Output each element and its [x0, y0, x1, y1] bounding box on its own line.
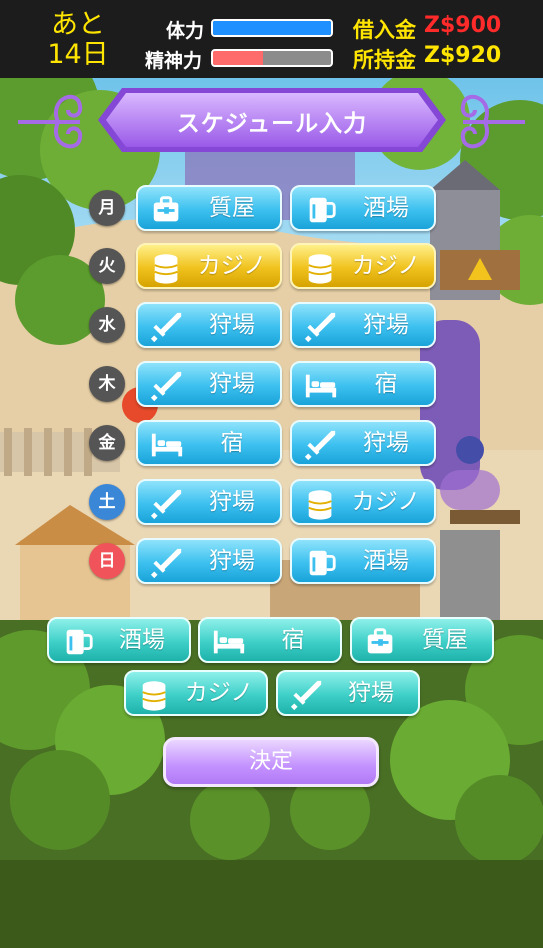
sword-icon [290, 680, 322, 711]
activity-label: 狩場 [209, 312, 255, 338]
beer-mug-icon [309, 197, 336, 223]
schedule-slot[interactable]: 狩場 [136, 479, 282, 525]
days-remaining: あと 14日 [40, 10, 116, 70]
schedule-slot[interactable]: 酒場 [290, 185, 436, 231]
coin-stack-icon [142, 681, 166, 711]
schedule-slot[interactable]: 狩場 [136, 538, 282, 584]
schedule-slot[interactable]: 狩場 [290, 302, 436, 348]
activity-label: 狩場 [209, 548, 255, 574]
coin-stack-icon [308, 254, 332, 284]
mind-label: 精神力 [145, 50, 203, 72]
day-label: 木 [89, 366, 125, 402]
activity-label: 狩場 [363, 312, 409, 338]
palette-activity-button[interactable]: カジノ [124, 670, 268, 716]
money-value: Z$920 [424, 43, 502, 68]
activity-label: 酒場 [363, 548, 409, 574]
mind-bar [211, 49, 333, 67]
sword-icon [150, 312, 182, 343]
activity-label: 狩場 [348, 680, 394, 706]
coin-stack-icon [154, 254, 178, 284]
activity-label: 酒場 [363, 195, 409, 221]
bed-icon [213, 630, 245, 654]
days-remaining-count: 14日 [47, 39, 109, 70]
sword-icon [150, 371, 182, 402]
stamina-bar [211, 19, 333, 37]
palette-activity-button[interactable]: 質屋 [350, 617, 494, 663]
ornament-right [460, 94, 525, 149]
schedule-slot[interactable]: カジノ [290, 243, 436, 289]
money-label: 所持金 [353, 48, 416, 72]
sword-icon [150, 548, 182, 579]
beer-mug-icon [309, 550, 336, 576]
sword-icon [304, 430, 336, 461]
activity-label: カジノ [197, 253, 267, 279]
confirm-button-label: 決定 [248, 749, 293, 774]
activity-label: 狩場 [209, 371, 255, 397]
sword-icon [304, 312, 336, 343]
sword-icon [150, 489, 182, 520]
activity-label: 宿 [281, 627, 305, 653]
activity-label: 狩場 [363, 430, 409, 456]
debt-value: Z$900 [424, 13, 502, 38]
pawnshop-icon [153, 196, 179, 222]
confirm-button[interactable]: 決定 [163, 737, 379, 787]
coin-stack-icon [308, 490, 332, 520]
schedule-slot[interactable]: 狩場 [136, 361, 282, 407]
activity-label: 狩場 [209, 489, 255, 515]
day-label: 火 [89, 248, 125, 284]
schedule-slot[interactable]: カジノ [136, 243, 282, 289]
pawnshop-icon [367, 628, 393, 654]
activity-label: カジノ [351, 489, 421, 515]
activity-label: カジノ [351, 253, 421, 279]
game-scene: あと 14日 体力 精神力 借入金 Z$900 所持金 Z$920 スケジュール… [0, 0, 543, 948]
stamina-label: 体力 [166, 20, 205, 42]
status-bar: あと 14日 体力 精神力 借入金 Z$900 所持金 Z$920 [0, 0, 543, 78]
debt-label: 借入金 [353, 18, 416, 42]
schedule-slot[interactable]: カジノ [290, 479, 436, 525]
stamina-bar-fill [213, 21, 331, 35]
ornament-left [18, 94, 83, 149]
day-label: 土 [89, 484, 125, 520]
activity-label: 質屋 [422, 627, 468, 653]
day-label: 日 [89, 543, 125, 579]
palette-activity-button[interactable]: 宿 [198, 617, 342, 663]
schedule-slot[interactable]: 酒場 [290, 538, 436, 584]
day-label: 金 [89, 425, 125, 461]
palette-activity-button[interactable]: 狩場 [276, 670, 420, 716]
activity-label: カジノ [184, 680, 254, 706]
schedule-slot[interactable]: 狩場 [136, 302, 282, 348]
palette-activity-button[interactable]: 酒場 [47, 617, 191, 663]
schedule-slot[interactable]: 宿 [136, 420, 282, 466]
day-label: 水 [89, 307, 125, 343]
bed-icon [305, 374, 337, 398]
activity-label: 宿 [374, 371, 398, 397]
schedule-banner: スケジュール入力 [98, 86, 446, 154]
activity-label: 宿 [220, 430, 244, 456]
beer-mug-icon [66, 629, 93, 655]
schedule-slot[interactable]: 狩場 [290, 420, 436, 466]
bed-icon [151, 433, 183, 457]
day-label: 月 [89, 190, 125, 226]
days-remaining-prefix: あと [51, 9, 105, 40]
schedule-slot[interactable]: 質屋 [136, 185, 282, 231]
activity-label: 質屋 [209, 195, 255, 221]
banner-title: スケジュール入力 [176, 111, 368, 137]
mind-bar-fill [213, 51, 263, 65]
activity-label: 酒場 [119, 627, 165, 653]
schedule-slot[interactable]: 宿 [290, 361, 436, 407]
